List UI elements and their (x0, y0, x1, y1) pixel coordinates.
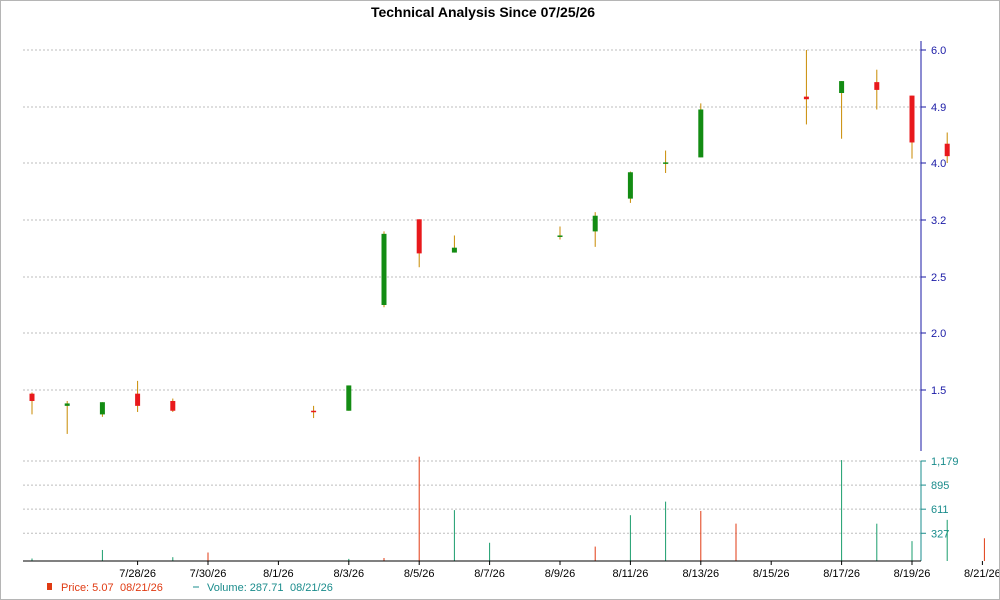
price-grid (23, 49, 921, 391)
candle-body (416, 219, 422, 254)
candle-body (698, 109, 704, 158)
price-tick-label: 1.5 (931, 385, 946, 397)
date-tick-label: 8/5/26 (404, 568, 435, 580)
price-tick-label: 3.2 (931, 215, 946, 227)
candle-body (663, 162, 669, 164)
candle-body (346, 385, 352, 411)
candle-body (135, 393, 141, 406)
date-tick-label: 8/17/26 (823, 568, 860, 580)
date-tick-label: 8/9/26 (545, 568, 576, 580)
price-tick-label: 4.0 (931, 158, 946, 170)
chart-title: Technical Analysis Since 07/25/26 (371, 4, 595, 20)
volume-tick-label: 327 (931, 528, 949, 540)
price-tick-label: 2.5 (931, 272, 946, 284)
candle-body (451, 247, 457, 253)
legend-volume-date: 08/21/26 (290, 582, 333, 594)
technical-analysis-chart: Technical Analysis Since 07/25/26 1.5 2.0… (23, 4, 999, 594)
legend-price-label: Price: 5.07 (61, 582, 114, 594)
date-tick-label: 8/1/26 (263, 568, 294, 580)
chart-frame: Technical Analysis Since 07/25/26 1.5 2.0… (0, 0, 1000, 600)
candle-body (592, 215, 598, 232)
legend: Price: 5.07 08/21/26 Volume: 287.71 08/2… (47, 582, 333, 594)
date-tick-label: 8/13/26 (682, 568, 719, 580)
date-tick-label: 8/7/26 (474, 568, 505, 580)
legend-price-swatch (47, 583, 52, 590)
legend-volume-label: Volume: 287.71 (207, 582, 283, 594)
candle-body (64, 403, 70, 406)
candle-body (944, 143, 950, 157)
date-tick-label: 8/19/26 (894, 568, 931, 580)
candle-body (170, 400, 176, 411)
date-tick-label: 8/11/26 (612, 568, 648, 580)
volume-tick-label: 1,179 (931, 456, 959, 468)
candle-body (909, 95, 915, 143)
price-axis: 1.5 2.0 2.5 3.2 4.0 4.9 6.0 (920, 41, 946, 451)
date-tick-label: 8/15/26 (753, 568, 790, 580)
candle-body (627, 172, 633, 199)
candlesticks (29, 50, 950, 434)
volume-tick-label: 895 (931, 480, 949, 492)
date-tick-label: 7/28/26 (119, 568, 156, 580)
price-tick-label: 4.9 (931, 102, 946, 114)
volume-axis: 327 611 895 1,179 (920, 456, 959, 561)
candle-body (803, 96, 809, 100)
price-tick-label: 2.0 (931, 328, 946, 340)
candle-body (839, 81, 845, 94)
date-tick-label: 8/3/26 (334, 568, 365, 580)
date-axis: 7/28/26 7/30/26 8/1/26 8/3/26 8/5/26 8/7/26 8/… (23, 560, 999, 580)
candle-body (29, 393, 35, 401)
candle-body (381, 233, 387, 305)
price-tick-label: 6.0 (931, 45, 946, 57)
legend-price-date: 08/21/26 (120, 582, 163, 594)
candle-body (874, 82, 880, 90)
date-tick-label: 8/21/26 (964, 568, 999, 580)
volume-tick-label: 611 (931, 504, 949, 516)
candle-body (99, 402, 105, 415)
volume-grid (23, 460, 921, 534)
candle-body (311, 410, 317, 413)
candle-body (557, 235, 563, 237)
date-tick-label: 7/30/26 (190, 568, 227, 580)
